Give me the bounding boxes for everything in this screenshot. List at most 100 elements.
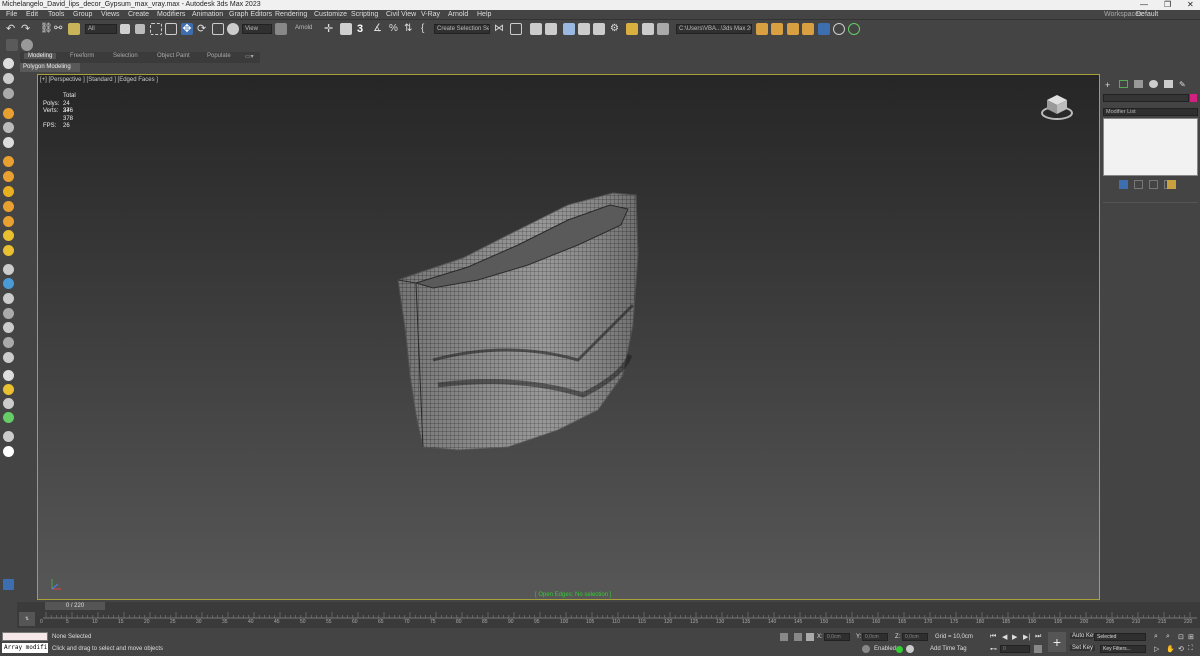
ribbon-panel-polygon-modeling[interactable]: Polygon Modeling — [20, 63, 80, 72]
scatter-icon[interactable] — [3, 352, 14, 363]
sky-icon[interactable] — [3, 245, 14, 256]
schematic-view-icon[interactable] — [578, 23, 590, 35]
goto-end-icon[interactable]: ⏭ — [1035, 633, 1041, 641]
isolate-selection-icon[interactable] — [780, 633, 788, 641]
ribbon-options-icon[interactable]: ▭▾ — [245, 53, 254, 60]
infinite-plane-icon[interactable] — [3, 308, 14, 319]
fov-icon[interactable]: ▷ — [1154, 645, 1159, 653]
project-save-icon[interactable] — [802, 23, 814, 35]
menu-vray[interactable]: V-Ray — [421, 11, 440, 18]
tab-populate[interactable]: Populate — [207, 53, 231, 59]
select-object-icon[interactable] — [120, 24, 130, 34]
spotlight-icon[interactable] — [3, 156, 14, 167]
redo-icon[interactable]: ↷ — [21, 23, 33, 35]
perspective-viewport[interactable]: [+] [Perspective ] [Standard ] [Edged Fa… — [37, 74, 1100, 600]
menu-create[interactable]: Create — [128, 11, 149, 18]
modifier-stack[interactable] — [1103, 118, 1198, 176]
modifier-list-dropdown[interactable]: Modifier List — [1103, 108, 1198, 116]
menu-modifiers[interactable]: Modifiers — [157, 11, 185, 18]
rect-region-icon[interactable] — [150, 23, 162, 35]
rendered-frame-window-icon[interactable] — [626, 23, 638, 35]
vray-logo-icon[interactable] — [3, 446, 14, 457]
material-sphere-icon[interactable] — [3, 370, 14, 381]
object-color-swatch[interactable] — [1190, 94, 1197, 102]
plane-icon[interactable] — [3, 293, 14, 304]
project-path-dropdown[interactable]: C:\Users\VBA...\3ds Max 2023 — [676, 24, 752, 34]
sun-icon[interactable] — [3, 230, 14, 241]
orbit-icon[interactable]: ⟲ — [1178, 645, 1184, 653]
dome-light-icon[interactable] — [3, 171, 14, 182]
rotate-icon[interactable]: ⟳ — [197, 23, 209, 35]
spinner-snap-icon[interactable]: ⇅ — [404, 23, 416, 35]
window-crossing-icon[interactable] — [165, 23, 177, 35]
key-mode-icon[interactable]: ⊷ — [990, 645, 997, 653]
utilities-tab-icon[interactable]: ✎ — [1179, 80, 1186, 89]
previous-frame-icon[interactable]: ◀ — [1002, 633, 1007, 641]
key-filters-button[interactable]: Key Filters... — [1100, 645, 1146, 653]
time-configuration-icon[interactable] — [1034, 645, 1042, 653]
menu-file[interactable]: File — [6, 11, 17, 18]
set-key-button[interactable]: Set Key — [1070, 645, 1096, 651]
display-tab-icon[interactable] — [1164, 80, 1173, 88]
placement-icon[interactable] — [227, 23, 239, 35]
material-browser-icon[interactable] — [3, 398, 14, 409]
undo-icon[interactable]: ↶ — [6, 23, 18, 35]
time-config-icon[interactable] — [862, 645, 870, 653]
play-icon[interactable]: ▶ — [1012, 633, 1017, 641]
sphere-light-icon[interactable] — [3, 186, 14, 197]
mirror-icon[interactable]: ⋈ — [494, 23, 506, 35]
pan-icon[interactable]: ✋ — [1166, 645, 1175, 653]
fur-icon[interactable] — [3, 278, 14, 289]
workspaces-dropdown[interactable]: Default — [1136, 11, 1158, 18]
project-folder-icon[interactable] — [756, 23, 768, 35]
box-icon[interactable] — [3, 88, 14, 99]
y-coordinate-field[interactable]: 0,0cm — [862, 633, 888, 641]
link-icon[interactable]: ⛓ — [40, 23, 53, 35]
menu-scripting[interactable]: Scripting — [351, 11, 378, 18]
hierarchy-tab-icon[interactable] — [1134, 80, 1143, 88]
layer-explorer-icon[interactable] — [530, 23, 542, 35]
selected-dropdown[interactable]: Selected — [1094, 633, 1146, 641]
motion-tab-icon[interactable] — [1149, 80, 1158, 88]
menu-tools[interactable]: Tools — [48, 11, 64, 18]
add-time-tag-icon[interactable] — [906, 645, 914, 653]
toggle-ribbon-icon[interactable] — [545, 23, 557, 35]
multi-material-icon[interactable] — [3, 384, 14, 395]
layer-icon[interactable] — [3, 431, 14, 442]
goto-start-icon[interactable]: ⏮ — [990, 633, 996, 641]
project-open-icon[interactable] — [787, 23, 799, 35]
select-by-name-icon[interactable] — [135, 24, 145, 34]
menu-arnold[interactable]: Arnold — [448, 11, 468, 18]
material-editor-icon[interactable] — [593, 23, 605, 35]
zoom-all-icon[interactable]: ⌕ — [1166, 633, 1170, 641]
maximize-button[interactable]: ❐ — [1164, 0, 1171, 9]
pivot-center-icon[interactable] — [275, 23, 287, 35]
pin-stack-icon[interactable] — [1119, 180, 1128, 189]
open-folder-icon[interactable] — [771, 23, 783, 35]
zoom-icon[interactable]: ⌕ — [1154, 633, 1158, 641]
configure-sets-icon[interactable] — [1167, 180, 1176, 189]
select-manipulate-icon[interactable]: ✛ — [324, 23, 336, 35]
add-time-tag[interactable]: Add Time Tag — [930, 646, 967, 652]
minimize-button[interactable]: — — [1140, 0, 1148, 9]
absolute-mode-icon[interactable] — [806, 633, 814, 641]
close-button[interactable]: ✕ — [1187, 0, 1194, 9]
make-unique-icon[interactable] — [1149, 180, 1158, 189]
mini-curve-editor-icon[interactable]: ⇅ — [19, 612, 35, 626]
maximize-viewport-icon[interactable]: ⛶ — [1188, 645, 1193, 653]
time-slider[interactable]: 0 / 220 — [45, 602, 105, 610]
tab-object-paint[interactable]: Object Paint — [157, 53, 190, 59]
vray-icon[interactable] — [833, 23, 845, 35]
menu-graph-editors[interactable]: Graph Editors — [229, 11, 272, 18]
z-coordinate-field[interactable]: 0,0cm — [902, 633, 928, 641]
menu-civil-view[interactable]: Civil View — [386, 11, 416, 18]
track-bar[interactable]: ⇅ 0 5 10 15 20 25 30 35 40 45 50 55 60 65 70 75 80 85 90 95… — [17, 610, 1200, 628]
show-end-result-icon[interactable] — [1134, 180, 1143, 189]
menu-animation[interactable]: Animation — [192, 11, 223, 18]
menu-rendering[interactable]: Rendering — [275, 11, 307, 18]
proxy-icon[interactable] — [3, 264, 14, 275]
named-selection-dropdown[interactable]: Create Selection Se — [434, 24, 490, 34]
current-frame-field[interactable]: 0 — [1000, 645, 1030, 653]
menu-edit[interactable]: Edit — [26, 11, 38, 18]
align-icon[interactable] — [510, 23, 522, 35]
